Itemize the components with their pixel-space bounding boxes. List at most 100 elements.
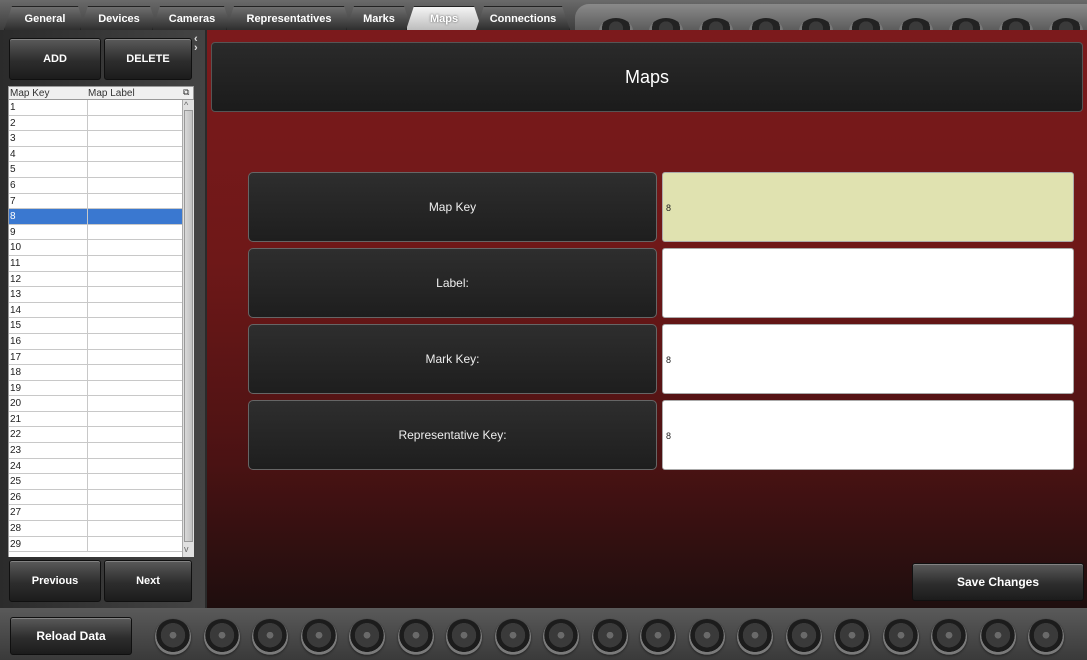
column-divider — [87, 162, 88, 177]
column-divider — [87, 177, 88, 193]
scroll-up-icon[interactable]: ^ — [184, 101, 188, 110]
list-item[interactable]: 29 — [9, 536, 183, 553]
list-item[interactable]: 6 — [9, 177, 183, 194]
column-divider — [87, 115, 88, 131]
list-item-key: 8 — [10, 211, 16, 223]
list-item-key: 12 — [10, 273, 22, 285]
reload-data-button[interactable]: Reload Data — [10, 617, 132, 655]
column-divider — [87, 474, 88, 489]
tab-devices[interactable]: Devices — [80, 6, 158, 30]
list-item[interactable]: 23 — [9, 443, 183, 459]
column-divider — [87, 271, 88, 287]
list-item[interactable]: 26 — [9, 489, 183, 506]
list-item-key: 5 — [10, 164, 16, 176]
column-header-map-label[interactable]: Map Label — [88, 88, 135, 99]
speaker-grille-icon — [737, 619, 773, 655]
map-key-field[interactable]: 8 — [662, 172, 1074, 242]
list-item[interactable]: 2 — [9, 115, 183, 132]
list-item-key: 15 — [10, 320, 22, 332]
list-scrollbar[interactable]: ^ v — [182, 100, 194, 557]
bottom-bar — [0, 608, 1087, 660]
scroll-down-icon[interactable]: v — [184, 545, 189, 554]
tab-general[interactable]: General — [4, 6, 86, 30]
speaker-grille-icon — [688, 619, 725, 655]
list-item[interactable]: 16 — [9, 333, 183, 350]
delete-button[interactable]: DELETE — [104, 38, 192, 80]
speaker-grille-icon — [494, 619, 531, 655]
list-item[interactable]: 18 — [9, 365, 183, 381]
collapse-panel-icon[interactable]: ‹ › — [194, 34, 204, 55]
list-item-key: 6 — [10, 179, 16, 191]
speaker-grille-icon — [640, 619, 676, 655]
list-item[interactable]: 15 — [9, 318, 183, 334]
column-divider — [87, 193, 88, 209]
column-divider — [87, 287, 88, 302]
scrollbar-thumb[interactable] — [184, 110, 193, 542]
list-item-key: 13 — [10, 289, 22, 301]
column-divider — [87, 489, 88, 505]
list-item[interactable]: 8 — [9, 209, 183, 225]
list-item[interactable]: 19 — [9, 380, 183, 397]
list-item-key: 22 — [10, 429, 22, 441]
next-button[interactable]: Next — [104, 560, 192, 602]
list-item[interactable]: 22 — [9, 427, 183, 444]
list-item-key: 29 — [10, 538, 22, 550]
list-item-key: 7 — [10, 195, 16, 207]
list-item-key: 18 — [10, 367, 22, 379]
list-item[interactable]: 21 — [9, 411, 183, 428]
tab-marks[interactable]: Marks — [346, 6, 412, 30]
column-divider — [87, 521, 88, 536]
speaker-grille-top — [575, 4, 1087, 30]
tab-cameras[interactable]: Cameras — [152, 6, 232, 30]
list-item[interactable]: 27 — [9, 505, 183, 522]
list-item[interactable]: 20 — [9, 396, 183, 412]
list-item-key: 11 — [10, 257, 21, 269]
list-item[interactable]: 11 — [9, 255, 183, 272]
speaker-grille-icon — [1028, 619, 1064, 655]
representative-key-label: Representative Key: — [248, 400, 657, 470]
list-item[interactable]: 4 — [9, 146, 183, 163]
map-list[interactable]: 1 2 3 4 5 6 7 8 9 10 11 12 13 14 15 16 17 18 19 20 21 22 23 24 2… — [8, 100, 183, 557]
tab-maps[interactable]: Maps — [406, 6, 482, 30]
list-item[interactable]: 14 — [9, 302, 183, 319]
label-field[interactable] — [662, 248, 1074, 318]
list-item-key: 9 — [10, 226, 16, 238]
list-item[interactable]: 17 — [9, 349, 183, 366]
list-item[interactable]: 3 — [9, 131, 183, 147]
list-item[interactable]: 9 — [9, 224, 183, 241]
tab-representatives[interactable]: Representatives — [226, 6, 352, 30]
column-chooser-icon[interactable]: ⧉ — [183, 87, 189, 98]
speaker-grille-icon — [543, 619, 579, 655]
speaker-grille-icon — [349, 619, 385, 655]
column-divider — [87, 411, 88, 427]
list-item[interactable]: 25 — [9, 474, 183, 490]
list-item[interactable]: 5 — [9, 162, 183, 178]
tab-strip: General Devices Cameras Representatives … — [0, 0, 1087, 30]
speaker-grille-icon — [252, 619, 288, 655]
speaker-grille-icon — [155, 619, 191, 655]
list-item[interactable]: 7 — [9, 193, 183, 210]
representative-key-field[interactable]: 8 — [662, 400, 1074, 470]
list-item[interactable]: 28 — [9, 521, 183, 537]
save-changes-button[interactable]: Save Changes — [912, 563, 1084, 601]
list-item[interactable]: 12 — [9, 271, 183, 288]
list-item[interactable]: 24 — [9, 458, 183, 475]
list-item-key: 27 — [10, 507, 22, 519]
list-header: Map Key Map Label ⧉ — [8, 86, 194, 100]
list-item[interactable]: 13 — [9, 287, 183, 303]
mark-key-field[interactable]: 8 — [662, 324, 1074, 394]
add-button[interactable]: ADD — [9, 38, 101, 80]
column-divider — [87, 131, 88, 146]
list-item-key: 25 — [10, 476, 22, 488]
column-header-map-key[interactable]: Map Key — [10, 88, 49, 99]
speaker-grille-icon — [397, 619, 434, 655]
previous-button[interactable]: Previous — [9, 560, 101, 602]
column-divider — [87, 427, 88, 443]
tab-connections[interactable]: Connections — [476, 6, 570, 30]
speaker-grille-icon — [300, 619, 337, 655]
list-item-key: 28 — [10, 523, 22, 535]
speaker-grille-icon — [446, 619, 482, 655]
column-divider — [87, 365, 88, 380]
list-item[interactable]: 10 — [9, 240, 183, 256]
list-item[interactable]: 1 — [9, 100, 183, 116]
